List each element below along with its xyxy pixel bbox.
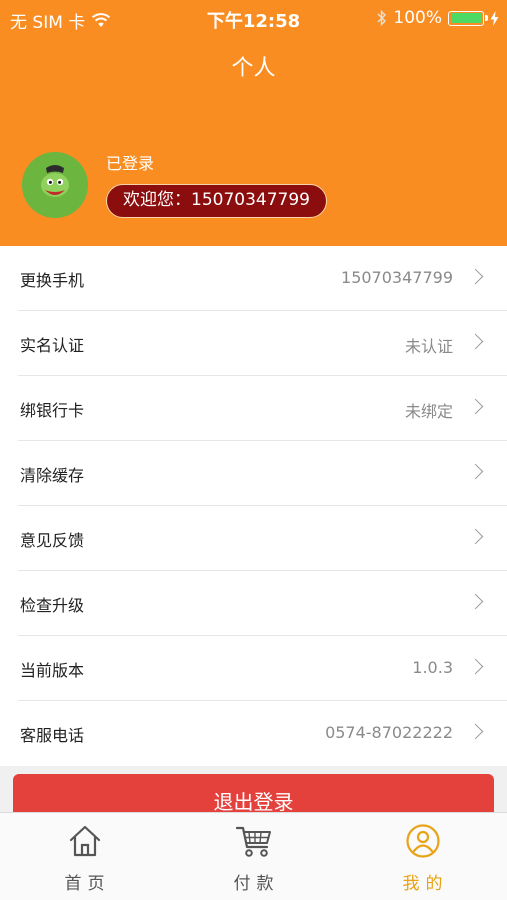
settings-menu: 更换手机 15070347799 实名认证 未认证 绑银行卡 未绑定 清除缓存 … bbox=[0, 246, 507, 766]
chevron-right-icon bbox=[467, 528, 484, 545]
avatar[interactable] bbox=[22, 152, 88, 218]
page-title: 个人 bbox=[231, 56, 276, 81]
menu-item-clear-cache[interactable]: 清除缓存 bbox=[0, 441, 507, 506]
tab-label: 首页 bbox=[64, 874, 111, 894]
menu-item-customer-service-phone[interactable]: 客服电话 0574-87022222 bbox=[0, 701, 507, 766]
menu-item-value: 15070347799 bbox=[341, 268, 453, 287]
avatar-monster-icon bbox=[22, 152, 88, 218]
menu-item-label: 当前版本 bbox=[20, 661, 85, 680]
home-icon bbox=[69, 825, 100, 857]
status-right: 100% bbox=[377, 8, 499, 28]
tab-mine[interactable]: 我的 bbox=[338, 813, 507, 900]
tab-label: 我的 bbox=[402, 874, 449, 894]
chevron-right-icon bbox=[467, 658, 484, 675]
battery-percent: 100% bbox=[393, 8, 442, 28]
menu-item-value: 未认证 bbox=[404, 337, 453, 356]
menu-item-label: 清除缓存 bbox=[20, 466, 85, 485]
cart-icon bbox=[235, 826, 271, 857]
tab-pay[interactable]: 付款 bbox=[169, 813, 338, 900]
chevron-right-icon bbox=[467, 723, 484, 740]
battery-level bbox=[450, 13, 482, 23]
welcome-badge: 欢迎您：15070347799 bbox=[106, 184, 327, 218]
menu-item-feedback[interactable]: 意见反馈 bbox=[0, 506, 507, 571]
menu-item-label: 绑银行卡 bbox=[20, 401, 85, 420]
battery-icon bbox=[448, 10, 488, 26]
menu-item-real-name-verification[interactable]: 实名认证 未认证 bbox=[0, 311, 507, 376]
profile-header: 无 SIM 卡 下午12:58 100% 个人 已登录 欢迎您：15070347… bbox=[0, 0, 507, 246]
tab-home[interactable]: 首页 bbox=[0, 813, 169, 900]
menu-item-label: 客服电话 bbox=[20, 726, 85, 745]
menu-item-change-phone[interactable]: 更换手机 15070347799 bbox=[0, 246, 507, 311]
chevron-right-icon bbox=[467, 333, 484, 350]
menu-item-value: 1.0.3 bbox=[412, 658, 453, 677]
charging-icon bbox=[490, 10, 499, 26]
menu-item-bind-bank-card[interactable]: 绑银行卡 未绑定 bbox=[0, 376, 507, 441]
menu-item-label: 意见反馈 bbox=[20, 531, 85, 550]
chevron-right-icon bbox=[467, 268, 484, 285]
tab-label: 付款 bbox=[233, 874, 280, 894]
menu-item-value: 0574-87022222 bbox=[325, 723, 453, 742]
menu-item-label: 更换手机 bbox=[20, 271, 85, 290]
chevron-right-icon bbox=[467, 463, 484, 480]
user-icon bbox=[405, 824, 440, 858]
chevron-right-icon bbox=[467, 398, 484, 415]
menu-item-value: 未绑定 bbox=[404, 402, 453, 421]
menu-item-check-update[interactable]: 检查升级 bbox=[0, 571, 507, 636]
tab-bar: 首页 付款 我的 bbox=[0, 812, 507, 900]
status-bar: 无 SIM 卡 下午12:58 100% bbox=[0, 0, 507, 36]
chevron-right-icon bbox=[467, 593, 484, 610]
menu-item-label: 实名认证 bbox=[20, 336, 85, 355]
login-status: 已登录 bbox=[106, 154, 155, 173]
bluetooth-icon bbox=[377, 10, 387, 26]
menu-item-label: 检查升级 bbox=[20, 596, 85, 615]
menu-item-current-version[interactable]: 当前版本 1.0.3 bbox=[0, 636, 507, 701]
